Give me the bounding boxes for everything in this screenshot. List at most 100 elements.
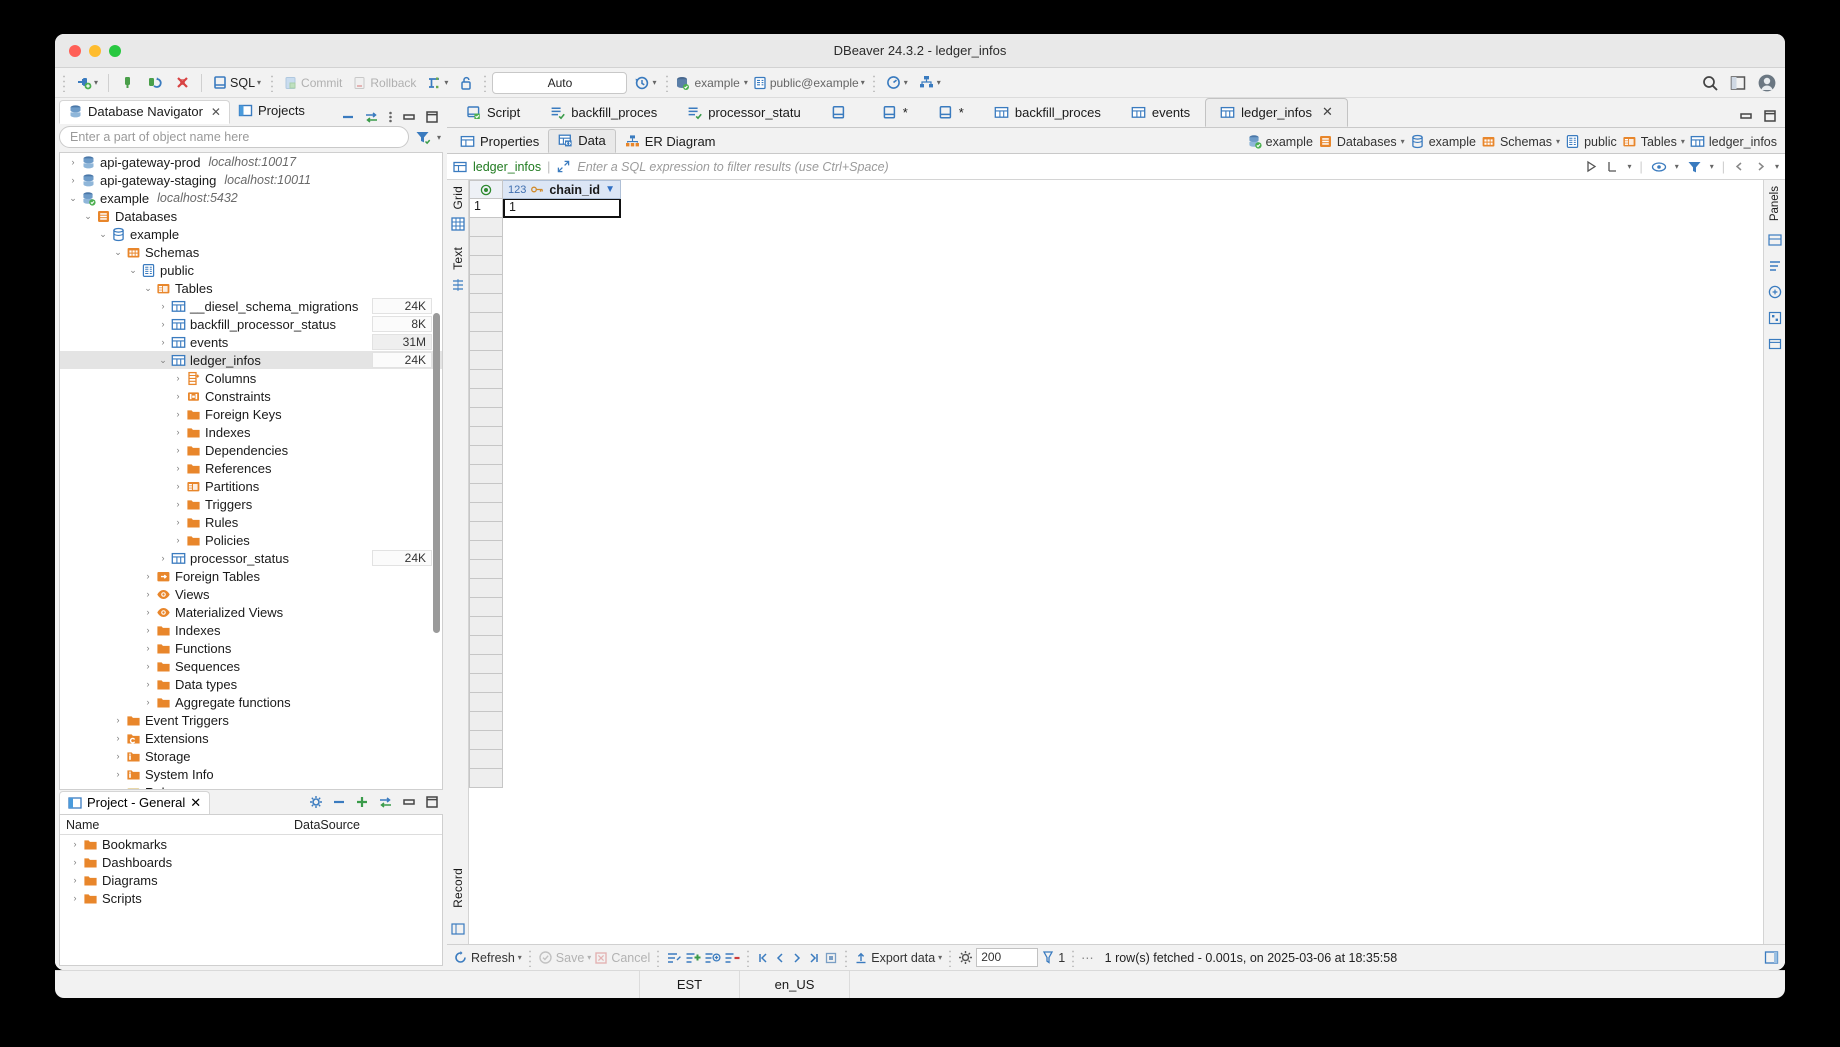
chevron-down-icon[interactable]: ▾ bbox=[744, 78, 748, 87]
tree-item-api-gateway-prod[interactable]: › api-gateway-prod localhost:10017 bbox=[60, 153, 442, 171]
tab-database-navigator[interactable]: Database Navigator ✕ bbox=[59, 100, 230, 124]
tree-item-storage[interactable]: › Storage bbox=[60, 747, 442, 765]
editor-tab-4[interactable]: * bbox=[867, 99, 923, 127]
project-item-scripts[interactable]: › Scripts bbox=[60, 889, 442, 907]
presentation-tab-grid[interactable]: Grid bbox=[451, 186, 465, 209]
chevron-down-icon[interactable]: ⌄ bbox=[126, 265, 140, 276]
subtab-properties[interactable]: Properties bbox=[451, 131, 548, 153]
chevron-right-icon[interactable]: › bbox=[141, 625, 155, 635]
reconnect-button[interactable] bbox=[142, 71, 168, 95]
er-diagram-toolbar-button[interactable]: ▾ bbox=[914, 71, 945, 95]
presentation-tab-text[interactable]: Text bbox=[451, 247, 465, 270]
chevron-down-icon[interactable]: ▾ bbox=[1627, 162, 1631, 171]
data-grid[interactable]: 123 chain_id ▼ 11 bbox=[469, 180, 1763, 944]
project-item-diagrams[interactable]: › Diagrams bbox=[60, 871, 442, 889]
chevron-right-icon[interactable]: › bbox=[171, 481, 185, 491]
chevron-down-icon[interactable]: ▾ bbox=[861, 78, 865, 87]
chevron-right-icon[interactable]: › bbox=[171, 445, 185, 455]
collapse-all-icon[interactable] bbox=[341, 110, 355, 124]
gear-icon[interactable] bbox=[309, 795, 323, 809]
chevron-right-icon[interactable]: › bbox=[66, 175, 80, 185]
chevron-down-icon[interactable]: ▾ bbox=[1681, 137, 1685, 146]
transaction-auto-field[interactable]: Auto bbox=[492, 71, 628, 94]
refresh-label[interactable]: Refresh bbox=[471, 951, 515, 965]
search-button[interactable] bbox=[1697, 71, 1723, 95]
chevron-down-icon[interactable]: ▾ bbox=[257, 78, 261, 87]
chevron-down-icon[interactable]: ▾ bbox=[937, 78, 941, 87]
project-tree[interactable]: Name DataSource › Bookmarks › Dashboards › Di… bbox=[59, 814, 443, 966]
tree-item-columns[interactable]: › Columns bbox=[60, 369, 442, 387]
view-menu-icon[interactable] bbox=[388, 110, 393, 124]
apply-filter-icon[interactable] bbox=[1585, 160, 1598, 173]
link-editor-icon[interactable] bbox=[378, 795, 393, 809]
breadcrumb-item-databases[interactable]: Databases ▾ bbox=[1318, 134, 1405, 149]
text-presentation-icon[interactable] bbox=[451, 278, 465, 292]
grid-row[interactable]: 11 bbox=[469, 199, 1763, 218]
chevron-right-icon[interactable]: › bbox=[111, 715, 125, 725]
value-panel-icon[interactable] bbox=[1767, 233, 1782, 247]
breadcrumb-item-example[interactable]: example bbox=[1410, 134, 1476, 149]
transaction-mode-button[interactable]: ▾ bbox=[422, 71, 452, 95]
chevron-right-icon[interactable]: › bbox=[141, 679, 155, 689]
editor-tab-0[interactable]: Script bbox=[451, 99, 535, 127]
collapse-all-icon[interactable] bbox=[332, 795, 346, 809]
active-connection-selector[interactable]: example ▾ bbox=[674, 75, 748, 91]
delete-row-icon[interactable] bbox=[724, 951, 740, 965]
maximize-editor-icon[interactable] bbox=[1763, 109, 1777, 123]
export-data-label[interactable]: Export data bbox=[871, 951, 935, 965]
close-icon[interactable]: ✕ bbox=[1322, 104, 1333, 120]
chevron-right-icon[interactable]: › bbox=[171, 535, 185, 545]
minimize-panel-icon[interactable] bbox=[402, 795, 416, 809]
tree-item-data-types[interactable]: › Data types bbox=[60, 675, 442, 693]
tree-item-example[interactable]: ⌄ example localhost:5432 bbox=[60, 189, 442, 207]
chevron-down-icon[interactable]: ⌄ bbox=[156, 355, 170, 366]
editor-tab-1[interactable]: backfill_proces bbox=[535, 99, 672, 127]
invalidate-connection-button[interactable] bbox=[170, 71, 195, 95]
tree-item-system-info[interactable]: › System Info bbox=[60, 765, 442, 783]
edit-row-icon[interactable] bbox=[666, 951, 682, 965]
chevron-right-icon[interactable]: › bbox=[156, 319, 170, 329]
tree-item-sequences[interactable]: › Sequences bbox=[60, 657, 442, 675]
tree-item-roles[interactable]: › Roles bbox=[60, 783, 442, 789]
tree-item-triggers[interactable]: › Triggers bbox=[60, 495, 442, 513]
chevron-down-icon[interactable]: ▾ bbox=[1401, 137, 1405, 146]
sql-filter-input[interactable]: Enter a SQL expression to filter results… bbox=[577, 160, 888, 174]
tree-item-views[interactable]: › Views bbox=[60, 585, 442, 603]
tree-item-partitions[interactable]: › Partitions bbox=[60, 477, 442, 495]
tree-item-diesel-schema-migrations[interactable]: › __diesel_schema_migrations 24K bbox=[60, 297, 442, 315]
chevron-right-icon[interactable]: › bbox=[156, 553, 170, 563]
chevron-down-icon[interactable]: ▾ bbox=[904, 78, 908, 87]
chevron-right-icon[interactable]: › bbox=[141, 697, 155, 707]
prev-page-icon[interactable] bbox=[773, 951, 787, 965]
tree-item-dependencies[interactable]: › Dependencies bbox=[60, 441, 442, 459]
search-input[interactable]: Enter a part of object name here bbox=[59, 126, 409, 148]
tree-item-tables[interactable]: ⌄ Tables bbox=[60, 279, 442, 297]
tree-item-events[interactable]: › events 31M bbox=[60, 333, 442, 351]
transaction-log-button[interactable]: ▾ bbox=[629, 71, 660, 95]
fetch-settings-icon[interactable] bbox=[958, 950, 973, 965]
tree-item-extensions[interactable]: › Extensions bbox=[60, 729, 442, 747]
add-row-icon[interactable] bbox=[685, 951, 701, 965]
tree-item-materialized-views[interactable]: › Materialized Views bbox=[60, 603, 442, 621]
grid-presentation-icon[interactable] bbox=[450, 217, 465, 232]
chevron-down-icon[interactable]: ▾ bbox=[518, 953, 522, 962]
next-page-icon[interactable] bbox=[790, 951, 804, 965]
filter-icon[interactable] bbox=[415, 130, 431, 145]
chevron-down-icon[interactable]: ⌄ bbox=[81, 211, 95, 222]
tree-item-databases[interactable]: ⌄ Databases bbox=[60, 207, 442, 225]
chevron-right-icon[interactable]: › bbox=[171, 499, 185, 509]
chevron-down-icon[interactable]: ▾ bbox=[652, 78, 656, 87]
editor-tab-5[interactable]: * bbox=[923, 99, 979, 127]
add-icon[interactable] bbox=[355, 795, 369, 809]
close-icon[interactable]: ✕ bbox=[190, 795, 201, 811]
editor-tab-7[interactable]: events bbox=[1116, 99, 1205, 127]
grid-cell-chain-id[interactable]: 1 bbox=[503, 199, 621, 218]
tree-item-api-gateway-staging[interactable]: › api-gateway-staging localhost:10011 bbox=[60, 171, 442, 189]
sql-editor-button[interactable]: SQL ▾ bbox=[208, 71, 265, 95]
chevron-right-icon[interactable]: › bbox=[68, 857, 82, 867]
subtab-data[interactable]: Data bbox=[548, 129, 616, 153]
chevron-down-icon[interactable]: ▾ bbox=[1556, 137, 1560, 146]
editor-tab-3[interactable] bbox=[816, 99, 867, 127]
chevron-down-icon[interactable]: ⌄ bbox=[66, 193, 80, 204]
history-forward-icon[interactable] bbox=[1754, 160, 1767, 173]
